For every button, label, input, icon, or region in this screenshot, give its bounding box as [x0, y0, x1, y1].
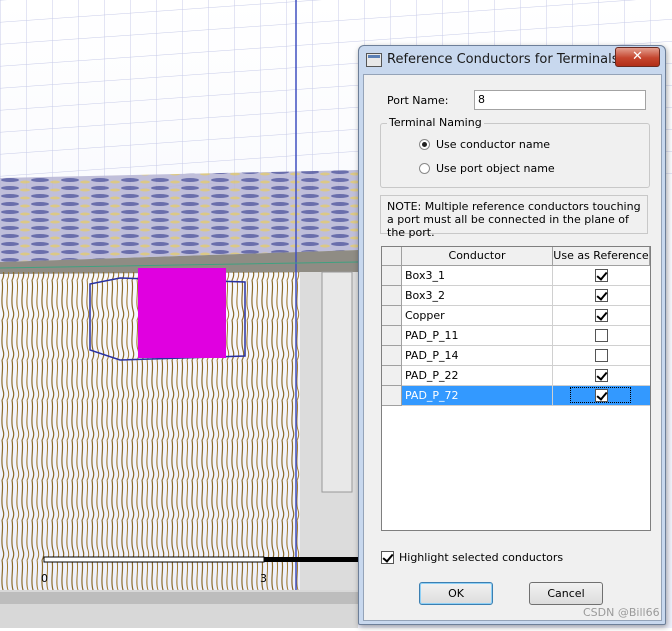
check-icon	[382, 551, 394, 563]
check-icon	[596, 269, 608, 281]
ruler-label-start: 0	[41, 572, 48, 585]
highlight-selected-label[interactable]: Highlight selected conductors	[399, 551, 563, 564]
table-row[interactable]: PAD_P_11	[382, 326, 650, 346]
conductor-cell[interactable]: PAD_P_14	[402, 346, 553, 366]
table-row[interactable]: Box3_2	[382, 286, 650, 306]
focus-rectangle	[570, 387, 631, 403]
conductor-cell[interactable]: PAD_P_11	[402, 326, 553, 346]
port-name-input[interactable]: 8	[474, 90, 646, 110]
use-as-reference-cell[interactable]	[553, 286, 650, 306]
table-row[interactable]: Copper	[382, 306, 650, 326]
use-as-reference-checkbox[interactable]	[595, 269, 608, 282]
highlight-selected-checkbox[interactable]	[381, 551, 394, 564]
ruler-label-end: 3	[260, 572, 267, 585]
radio-use-conductor-name-label[interactable]: Use conductor name	[436, 138, 550, 151]
conductor-cell[interactable]: PAD_P_22	[402, 366, 553, 386]
port-name-label: Port Name:	[387, 94, 449, 107]
scale-ruler-black	[264, 557, 358, 562]
table-row[interactable]: Box3_1	[382, 266, 650, 286]
use-as-reference-cell[interactable]	[553, 266, 650, 286]
column-header-use-as-reference[interactable]: Use as Reference	[553, 247, 650, 266]
conductor-grid: Conductor Use as Reference Box3_1 Box3_2 C…	[381, 246, 651, 531]
conductor-cell[interactable]: Copper	[402, 306, 553, 326]
cancel-button[interactable]: Cancel	[529, 582, 603, 605]
board-top-layer	[0, 170, 358, 262]
column-header-conductor[interactable]: Conductor	[402, 247, 553, 266]
ok-button[interactable]: OK	[419, 582, 493, 605]
table-row[interactable]: PAD_P_72	[382, 386, 650, 406]
check-icon	[596, 289, 608, 301]
use-as-reference-checkbox[interactable]	[595, 369, 608, 382]
row-header[interactable]	[382, 366, 402, 386]
window-icon	[366, 53, 382, 67]
use-as-reference-checkbox[interactable]	[595, 289, 608, 302]
watermark: CSDN @Bill66	[583, 606, 660, 619]
reference-conductors-dialog: Reference Conductors for Terminals ✕ Por…	[358, 45, 666, 625]
side-block	[321, 271, 353, 493]
selected-conductor	[138, 268, 226, 358]
row-header[interactable]	[382, 346, 402, 366]
table-row[interactable]: PAD_P_22	[382, 366, 650, 386]
use-as-reference-checkbox[interactable]	[595, 329, 608, 342]
table-row[interactable]: PAD_P_14	[382, 346, 650, 366]
terminal-naming-group: Terminal Naming Use conductor name Use p…	[380, 116, 650, 188]
use-as-reference-cell[interactable]	[553, 306, 650, 326]
radio-use-port-object-name-label[interactable]: Use port object name	[436, 162, 555, 175]
horizontal-scrollbar[interactable]	[0, 592, 358, 604]
conductor-cell[interactable]: Box3_1	[402, 266, 553, 286]
dialog-title: Reference Conductors for Terminals	[387, 52, 619, 67]
terminal-naming-legend: Terminal Naming	[387, 116, 484, 129]
dialog-titlebar[interactable]: Reference Conductors for Terminals ✕	[359, 46, 665, 74]
close-icon: ✕	[632, 49, 643, 64]
check-icon	[596, 369, 608, 381]
use-as-reference-cell[interactable]	[553, 386, 650, 406]
conductor-cell[interactable]: PAD_P_72	[402, 386, 553, 406]
row-header[interactable]	[382, 326, 402, 346]
dialog-client: Port Name: 8 Terminal Naming Use conduct…	[363, 74, 662, 621]
row-header[interactable]	[382, 286, 402, 306]
radio-use-port-object-name[interactable]	[419, 163, 430, 174]
check-icon	[596, 309, 608, 321]
use-as-reference-checkbox[interactable]	[595, 349, 608, 362]
use-as-reference-cell[interactable]	[553, 326, 650, 346]
radio-use-conductor-name[interactable]	[419, 139, 430, 150]
row-header[interactable]	[382, 386, 402, 406]
use-as-reference-cell[interactable]	[553, 366, 650, 386]
row-header[interactable]	[382, 266, 402, 286]
close-button[interactable]: ✕	[615, 47, 660, 67]
use-as-reference-cell[interactable]	[553, 346, 650, 366]
conductor-cell[interactable]: Box3_2	[402, 286, 553, 306]
use-as-reference-checkbox[interactable]	[595, 309, 608, 322]
grid-corner-header	[382, 247, 402, 266]
note-text: NOTE: Multiple reference conductors touc…	[380, 195, 648, 239]
scale-ruler-white	[43, 556, 265, 563]
row-header[interactable]	[382, 306, 402, 326]
